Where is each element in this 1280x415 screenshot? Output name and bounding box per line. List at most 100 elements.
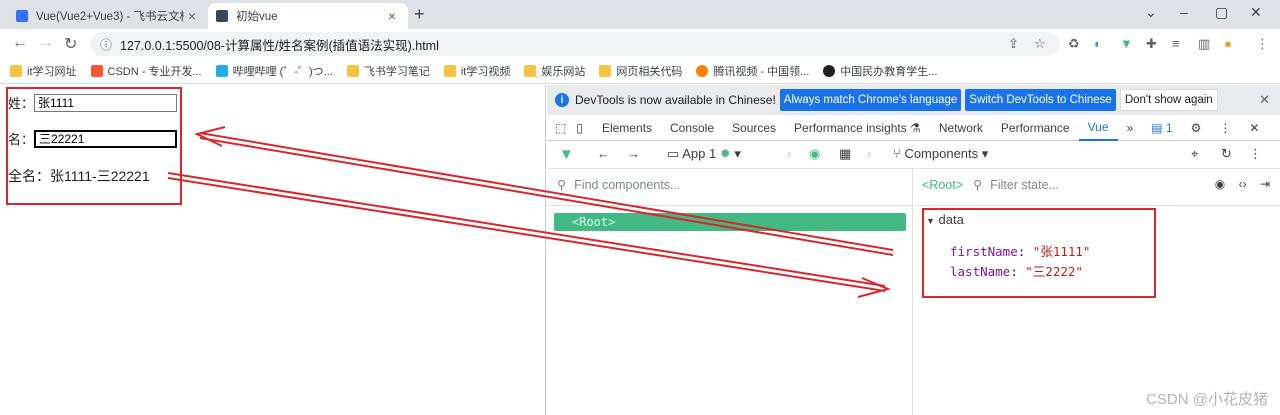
app-status-icon: ✹ <box>719 146 731 161</box>
find-components-input[interactable]: ⚲ Find components... <box>557 177 680 193</box>
browser-tab-vue[interactable]: 初始vue × <box>208 3 408 29</box>
search-icon: ⚲ <box>973 178 983 192</box>
bookmark-feishu-notes[interactable]: 飞书学习笔记 <box>346 63 430 79</box>
bookmark-label: 娱乐网站 <box>541 65 586 78</box>
extension-vue-icon[interactable]: ▼ <box>1120 36 1133 51</box>
component-tree-pane: ⚲ Find components... <Root> <box>547 169 913 415</box>
close-icon[interactable]: × <box>184 8 200 24</box>
bookmark-label: CSDN - 专业开发... <box>107 65 202 78</box>
tab-elements[interactable]: Elements <box>593 115 661 141</box>
refresh-icon[interactable]: ↻ <box>1221 146 1232 162</box>
folder-icon <box>346 64 359 77</box>
device-toolbar-icon[interactable]: ▯ <box>572 115 593 141</box>
state-header: <Root> ⚲ Filter state... <box>922 177 1059 193</box>
more-tabs-icon[interactable]: » <box>1118 115 1143 141</box>
state-actions: ◉ ‹› ⇥ <box>1215 177 1270 191</box>
tab-performance[interactable]: Performance <box>992 115 1079 141</box>
tab-label: Performance insights <box>794 120 907 135</box>
inspector-compass-icon[interactable]: ◉ <box>809 146 820 162</box>
filter-state-input[interactable]: Filter state... <box>990 178 1059 192</box>
maximize-button[interactable]: ▢ <box>1215 4 1228 21</box>
bookmark-csdn[interactable]: CSDN - 专业开发... <box>90 63 202 79</box>
flask-icon: ⚗ <box>910 120 921 135</box>
more-options-icon[interactable]: ⋮ <box>1249 146 1262 162</box>
components-selector[interactable]: ⑂ Components ▾ <box>893 146 988 162</box>
issues-badge[interactable]: ▤ 1 <box>1142 115 1181 141</box>
csdn-icon <box>90 64 103 77</box>
url-text: 127.0.0.1:5500/08-计算属性/姓名案例(插值语法实现).html <box>120 38 439 53</box>
settings-gear-icon[interactable]: ⚙ <box>1182 115 1211 141</box>
eye-icon[interactable]: ◉ <box>1215 177 1225 191</box>
close-icon[interactable]: × <box>384 8 400 24</box>
back-icon[interactable]: ← <box>597 146 610 161</box>
selected-component-label: <Root> <box>922 177 964 192</box>
vue-logo-icon: ▼ <box>559 146 574 163</box>
app-selector[interactable]: ▭ App 1 ✹ ▾ <box>667 146 741 162</box>
component-state-pane: <Root> ⚲ Filter state... ◉ ‹› ⇥ ▼ data f… <box>914 169 1280 415</box>
bookmark-bilibili[interactable]: 哔哩哔哩 (゜-゜)つ... <box>215 63 333 79</box>
bookmark-web-code[interactable]: 网页相关代码 <box>599 63 682 79</box>
bookmark-it-sites[interactable]: it学习网址 <box>10 63 77 79</box>
folder-icon <box>443 64 456 77</box>
tab-sources[interactable]: Sources <box>723 115 785 141</box>
devtools-menu-icon[interactable]: ⋮ <box>1210 115 1240 141</box>
menu-icon[interactable]: ⋮ <box>1256 36 1269 52</box>
close-devtools-icon[interactable]: ✕ <box>1240 115 1268 141</box>
tab-console[interactable]: Console <box>661 115 723 141</box>
bookmark-label: it学习视频 <box>460 65 511 78</box>
back-icon[interactable]: ← <box>12 34 28 52</box>
bookmark-label: 哔哩哔哩 (゜-゜)つ... <box>232 65 333 78</box>
devtools-panel: i DevTools is now available in Chinese! … <box>547 85 1280 415</box>
tab-title: Vue(Vue2+Vue3) - 飞书云文档 <box>36 11 184 23</box>
tab-performance-insights[interactable]: Performance insights ⚗ <box>785 115 930 141</box>
breadcrumb-chevron-icon: › <box>787 146 792 161</box>
chevron-down-icon: ▾ <box>734 146 741 161</box>
tab-title: 初始vue <box>236 11 278 23</box>
components-label: Components <box>904 146 979 161</box>
extension-recycle-icon[interactable]: ♻ <box>1068 36 1080 52</box>
extension-edge-icon[interactable]: ◐ <box>1094 36 1102 51</box>
bookmarks-bar: it学习网址 CSDN - 专业开发... 哔哩哔哩 (゜-゜)つ... 飞书学… <box>0 58 1280 84</box>
avatar[interactable]: ● <box>1224 36 1232 51</box>
folder-icon <box>524 64 537 77</box>
bookmark-label: 腾讯视频 - 中国领... <box>713 65 810 78</box>
bookmark-it-videos[interactable]: it学习视频 <box>443 63 511 79</box>
share-icon[interactable]: ⇪ <box>1008 36 1019 52</box>
component-tree-root[interactable]: <Root> <box>554 213 906 231</box>
switch-devtools-chinese-button[interactable]: Switch DevTools to Chinese <box>965 89 1116 111</box>
timeline-icon[interactable]: ▦ <box>839 146 851 162</box>
forward-icon[interactable]: → <box>627 146 640 161</box>
address-bar[interactable]: ⓘ 127.0.0.1:5500/08-计算属性/姓名案例(插值语法实现).ht… <box>90 32 1060 56</box>
bookmark-education[interactable]: 中国民办教育学生... <box>823 63 937 79</box>
expand-icon[interactable]: ⇥ <box>1260 177 1270 191</box>
minimize-button[interactable]: – <box>1180 4 1188 20</box>
devtools-tabbar: ⬚ ▯ Elements Console Sources Performance… <box>547 115 1280 141</box>
close-icon[interactable]: ✕ <box>1259 92 1270 108</box>
tab-network[interactable]: Network <box>930 115 992 141</box>
issues-count: 1 <box>1165 120 1173 135</box>
extensions-puzzle-icon[interactable]: ✚ <box>1146 36 1157 52</box>
inspect-element-icon[interactable]: ⬚ <box>547 115 572 141</box>
forward-icon[interactable]: → <box>38 34 54 52</box>
browser-toolbar: ← → ↻ ⓘ 127.0.0.1:5500/08-计算属性/姓名案例(插值语法… <box>0 29 1280 58</box>
side-panel-icon[interactable]: ▥ <box>1198 36 1210 52</box>
bookmark-entertainment[interactable]: 娱乐网站 <box>524 63 585 79</box>
close-window-button[interactable]: ✕ <box>1250 4 1262 21</box>
reading-list-icon[interactable]: ≡ <box>1172 36 1180 51</box>
reload-icon[interactable]: ↻ <box>64 34 77 54</box>
chevron-down-icon: ▾ <box>981 146 989 161</box>
tab-search-icon[interactable]: ⌄ <box>1145 4 1157 21</box>
browser-tab-feishu[interactable]: Vue(Vue2+Vue3) - 飞书云文档 × <box>8 3 208 29</box>
always-match-language-button[interactable]: Always match Chrome's language <box>779 89 962 111</box>
watermark: CSDN @小花皮猪 <box>1146 391 1268 408</box>
site-info-icon[interactable]: ⓘ <box>100 36 112 53</box>
bookmark-star-icon[interactable]: ☆ <box>1034 36 1046 52</box>
globe-icon <box>823 64 836 77</box>
code-icon[interactable]: ‹› <box>1239 177 1247 191</box>
tab-vue[interactable]: Vue <box>1078 115 1118 141</box>
select-component-icon[interactable]: ⌖ <box>1191 146 1198 162</box>
new-tab-button[interactable]: + <box>414 4 425 25</box>
bookmark-label: 飞书学习笔记 <box>363 65 430 78</box>
dont-show-again-button[interactable]: Don't show again <box>1119 89 1218 111</box>
bookmark-tencent-video[interactable]: 腾讯视频 - 中国领... <box>696 63 809 79</box>
